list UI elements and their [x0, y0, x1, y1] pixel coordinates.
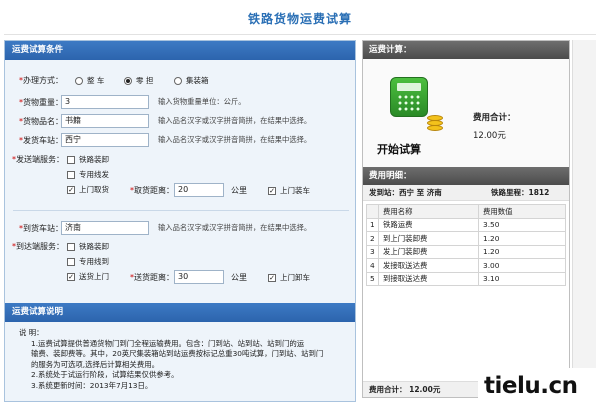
table-header-idx — [366, 204, 379, 219]
arrive-service-label: *到达端服务： — [12, 242, 64, 251]
send-option-rail-loading[interactable]: 铁路装卸 — [67, 154, 109, 165]
notes-heading: 说 明： — [19, 328, 44, 337]
route-bar: 发到站：西宁 至 济南 铁路里程：1812 — [363, 185, 569, 201]
table-row: 1 铁路运费 3.50 — [366, 217, 566, 232]
delivery-distance-label: *送货距离： — [130, 273, 174, 282]
arrive-option-delivery[interactable]: ✓ 送货上门 — [67, 271, 109, 282]
table-row: 2 到上门装卸费 1.20 — [366, 231, 566, 246]
dest-station-input[interactable]: 济南 — [61, 221, 149, 235]
method-option-wholecar[interactable]: 整 车 — [75, 75, 104, 86]
watermark-logo: tielu.cn — [478, 368, 598, 404]
checkbox[interactable] — [67, 170, 75, 179]
goods-input[interactable]: 书籍 — [61, 114, 149, 128]
dest-hint: 输入品名汉字或汉字拼音简拼，在结果中选择。 — [158, 223, 312, 232]
pickup-distance-input[interactable]: 20 — [174, 183, 224, 197]
radio-button-selected[interactable] — [124, 76, 132, 85]
arrive-option-door-unloading[interactable]: ✓ 上门卸车 — [268, 272, 310, 283]
weight-input[interactable]: 3 — [61, 95, 149, 109]
route-label: 发到站：西宁 至 济南 — [369, 188, 442, 197]
arrive-option-rail-unloading[interactable]: 铁路装卸 — [67, 241, 109, 252]
notes-section: 运费试算说明 说 明： 1.运费试算提供普通货物门到门全程运输费用。包含：门到站… — [5, 303, 355, 391]
title-divider — [4, 34, 596, 35]
note-line: 输费、装卸费等。其中，20英尺集装箱站到站运费按标记总重30吨试算，门到站、站到… — [31, 349, 324, 358]
checkbox-checked[interactable]: ✓ — [268, 273, 276, 282]
send-option-pickup[interactable]: ✓ 上门取货 — [67, 184, 109, 195]
method-option-ltl[interactable]: 零 担 — [124, 75, 153, 86]
conditions-panel-title: 运费试算条件 — [5, 41, 355, 60]
checkbox[interactable] — [67, 155, 75, 164]
radio-button[interactable] — [75, 76, 83, 85]
pickup-distance-label: *取货距离： — [130, 186, 174, 195]
calc-title: 运费计算： — [363, 41, 569, 59]
table-header-value: 费用数值 — [478, 204, 566, 219]
result-panel: 运费计算： 开始试算 费用合计： 12.00元 费用明细： 发到站：西宁 至 济… — [362, 40, 570, 398]
notes-body: 说 明： 1.运费试算提供普通货物门到门全程运输费用。包含：门到站、站到站、站到… — [5, 322, 355, 391]
table-row: 3 发上门装卸费 1.20 — [366, 244, 566, 259]
page-scrollbar[interactable] — [572, 40, 596, 398]
table-header-row: 费用名称 费用数值 — [366, 204, 566, 219]
send-service-label: *发送端服务： — [12, 155, 64, 164]
weight-label: *货物重量： — [19, 98, 63, 107]
delivery-distance-input[interactable]: 30 — [174, 270, 224, 284]
form-divider — [13, 210, 349, 211]
conditions-panel: 运费试算条件 *办理方式： 整 车 零 担 集装箱 *货物重量： 3 输入货物重… — [4, 40, 356, 402]
dest-label: *到货车站： — [19, 224, 63, 233]
start-calc-button[interactable]: 开始试算 — [377, 141, 421, 157]
pickup-distance-unit: 公里 — [231, 186, 247, 195]
origin-hint: 输入品名汉字或汉字拼音简拼，在结果中选择。 — [158, 135, 312, 144]
notes-title: 运费试算说明 — [5, 303, 355, 322]
goods-hint: 输入品名汉字或汉字拼音简拼，在结果中选择。 — [158, 116, 312, 125]
send-option-private-line[interactable]: 专用线发 — [67, 169, 109, 180]
table-row: 4 发接取送达费 3.00 — [366, 258, 566, 273]
delivery-distance-unit: 公里 — [231, 273, 247, 282]
note-line: 的服务为可选项,选择后计算相关费用。 — [31, 359, 159, 369]
calc-total-label: 费用合计： — [473, 113, 516, 123]
method-label: *办理方式： — [19, 76, 63, 85]
rail-distance: 铁路里程：1812 — [491, 188, 550, 197]
note-line: 1.运费试算提供普通货物门到门全程运输费用。包含：门到站、站到站、站到门的运 — [31, 338, 305, 348]
note-line: 2.系统处于试运行阶段，试算结果仅供参考。 — [31, 370, 179, 379]
calc-total-value: 12.00元 — [473, 131, 506, 141]
checkbox-checked[interactable]: ✓ — [67, 272, 75, 281]
detail-title: 费用明细： — [363, 167, 569, 185]
checkbox[interactable] — [67, 257, 75, 266]
table-header-name: 费用名称 — [378, 204, 479, 219]
calc-box: 开始试算 费用合计： 12.00元 — [363, 59, 569, 167]
radio-button[interactable] — [174, 76, 182, 85]
origin-label: *发货车站： — [19, 136, 63, 145]
checkbox[interactable] — [67, 242, 75, 251]
table-row: 5 到接取送达费 3.10 — [366, 271, 566, 286]
arrive-option-private-line[interactable]: 专用线到 — [67, 256, 109, 267]
coins-icon — [427, 111, 447, 133]
checkbox-checked[interactable]: ✓ — [268, 186, 276, 195]
send-option-door-loading[interactable]: ✓ 上门装车 — [268, 185, 310, 196]
page-title: 铁路货物运费试算 — [247, 12, 352, 26]
calculator-coins-icon[interactable] — [390, 77, 428, 117]
goods-label: *货物品名： — [19, 117, 63, 126]
method-option-container[interactable]: 集装箱 — [174, 75, 209, 86]
note-line: 3.系统更新时间：2013年7月13日。 — [31, 380, 153, 390]
checkbox-checked[interactable]: ✓ — [67, 185, 75, 194]
conditions-form: *办理方式： 整 车 零 担 集装箱 *货物重量： 3 输入货物重量单位：公斤。… — [5, 60, 355, 306]
weight-hint: 输入货物重量单位：公斤。 — [158, 97, 246, 106]
fee-table: 费用名称 费用数值 1 铁路运费 3.50 2 到上门装卸费 1.20 3 发上门装卸费 1… — [366, 204, 566, 286]
origin-station-input[interactable]: 西宁 — [61, 133, 149, 147]
